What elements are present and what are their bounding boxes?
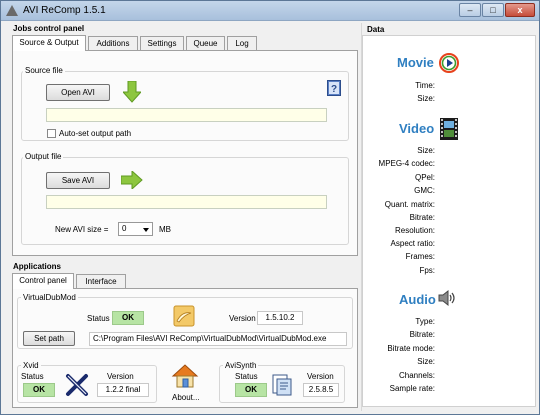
avisynth-icon (272, 374, 292, 396)
xvid-version-value: 1.2.2 final (97, 383, 149, 397)
minimize-button[interactable]: – (459, 3, 481, 17)
audio-sample-rate-label: Sample rate: (389, 384, 435, 393)
virtualdub-status-label: Status (87, 314, 110, 323)
virtualdub-group-title: VirtualDubMod (21, 293, 78, 302)
app-window: AVI ReComp 1.5.1 – □ x Jobs control pane… (0, 0, 540, 415)
output-path-field[interactable] (46, 195, 327, 209)
open-avi-button[interactable]: Open AVI (46, 84, 110, 101)
tab-queue[interactable]: Queue (186, 36, 225, 51)
video-gmc-label: GMC: (414, 186, 435, 195)
app-logo-icon (6, 5, 18, 16)
jobs-panel: Source file Open AVI ? Auto-set output p… (12, 50, 358, 256)
tab-settings[interactable]: Settings (140, 36, 184, 51)
avisynth-version-label: Version (307, 372, 334, 381)
set-path-button[interactable]: Set path (23, 331, 75, 346)
xvid-status-label: Status (21, 372, 44, 381)
audio-channels-label: Channels: (398, 371, 435, 380)
avisynth-status-label: Status (235, 372, 258, 381)
audio-size-label: Size: (417, 357, 435, 366)
film-icon (440, 118, 458, 140)
source-group-title: Source file (23, 66, 65, 75)
new-avi-size-label: New AVI size = (55, 225, 109, 234)
video-fps-label: Fps: (419, 266, 435, 275)
tab-interface[interactable]: Interface (76, 274, 126, 289)
avisynth-version-value: 2.5.8.5 (303, 383, 339, 397)
speaker-icon (438, 289, 455, 307)
xvid-group-title: Xvid (21, 361, 41, 370)
virtualdub-version-label: Version (229, 314, 256, 323)
tab-source-output[interactable]: Source & Output (12, 35, 86, 51)
tab-log[interactable]: Log (227, 36, 257, 51)
avisynth-group-title: AviSynth (223, 361, 259, 370)
tab-additions[interactable]: Additions (88, 36, 138, 51)
virtualdub-version-value: 1.5.10.2 (257, 311, 303, 325)
xvid-version-label: Version (107, 372, 134, 381)
movie-time-label: Time: (415, 81, 435, 90)
avisynth-status-badge: OK (235, 383, 267, 397)
virtualdub-path-field[interactable]: C:\Program Files\AVI ReComp\VirtualDubMo… (89, 332, 347, 346)
video-resolution-label: Resolution: (394, 226, 435, 235)
source-path-field[interactable] (46, 108, 327, 122)
video-qpel-label: QPel: (414, 173, 435, 182)
new-avi-size-select[interactable]: 0 (118, 222, 153, 236)
data-heading: Data (367, 25, 385, 34)
jobs-heading: Jobs control panel (13, 24, 85, 33)
new-avi-size-value: 0 (122, 224, 127, 233)
output-group-title: Output file (23, 152, 64, 161)
tab-control-panel[interactable]: Control panel (12, 273, 74, 289)
about-button[interactable]: About... (172, 393, 200, 402)
play-icon (439, 53, 459, 73)
video-bitrate-label: Bitrate: (409, 213, 435, 222)
save-avi-button[interactable]: Save AVI (46, 172, 110, 189)
close-button[interactable]: x (505, 3, 535, 17)
window-title: AVI ReComp 1.5.1 (23, 5, 106, 16)
data-pane: Movie Time: Size: Video Size: MPEG-4 cod… (362, 35, 536, 407)
audio-title: Audio (399, 292, 436, 307)
xvid-icon (66, 374, 88, 396)
movie-size-label: Size: (417, 94, 435, 103)
video-codec-label: MPEG-4 codec: (378, 159, 435, 168)
movie-title: Movie (397, 55, 434, 70)
house-icon[interactable] (171, 363, 199, 389)
applications-heading: Applications (13, 262, 62, 271)
maximize-button[interactable]: □ (482, 3, 504, 17)
help-icon[interactable]: ? (327, 80, 342, 97)
virtualdub-status-badge: OK (112, 311, 144, 325)
video-size-label: Size: (417, 146, 435, 155)
autoset-output-label: Auto-set output path (59, 129, 132, 138)
audio-type-label: Type: (415, 317, 435, 326)
audio-bitrate-label: Bitrate: (409, 330, 435, 339)
autoset-output-checkbox[interactable] (47, 129, 56, 138)
video-aspect-ratio-label: Aspect ratio: (390, 239, 435, 248)
chevron-down-icon (143, 228, 149, 232)
applications-panel: VirtualDubMod Status OK Version 1.5.10.2… (12, 288, 358, 408)
down-arrow-icon (123, 81, 141, 103)
size-unit-label: MB (159, 225, 171, 234)
audio-bitrate-mode-label: Bitrate mode: (387, 344, 435, 353)
title-bar[interactable]: AVI ReComp 1.5.1 – □ x (1, 1, 539, 21)
svg-text:?: ? (331, 84, 337, 95)
video-quant-matrix-label: Quant. matrix: (384, 200, 435, 209)
xvid-status-badge: OK (23, 383, 55, 397)
right-arrow-icon (121, 171, 143, 189)
video-title: Video (399, 121, 435, 136)
virtualdub-icon (173, 305, 195, 327)
video-frames-label: Frames: (405, 252, 435, 261)
